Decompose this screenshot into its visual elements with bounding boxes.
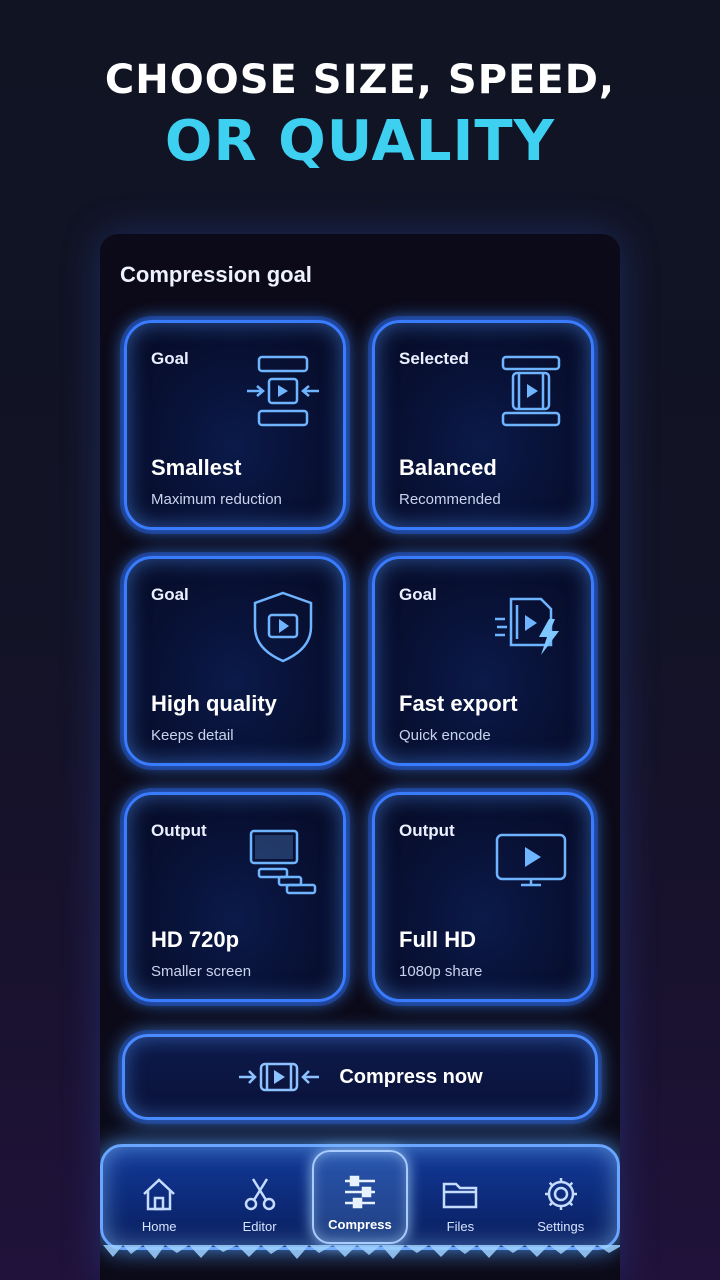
nav-label: Compress [328, 1217, 392, 1232]
card-name: HD 720p [151, 927, 240, 952]
balance-video-icon [493, 353, 569, 429]
folder-icon [441, 1175, 479, 1213]
goal-card-balanced[interactable]: Selected Balanced Recommended [372, 320, 594, 530]
card-subtitle: Maximum reduction [151, 491, 282, 508]
shield-play-icon [245, 589, 321, 665]
compress-arrows-icon [237, 1060, 321, 1094]
headline-line-1: CHOOSE SIZE, SPEED, [104, 57, 616, 103]
gear-icon [542, 1175, 580, 1213]
icicle-decoration [103, 1245, 620, 1259]
card-tag: Goal [399, 585, 437, 604]
card-name: Smallest [151, 455, 242, 480]
card-tag: Output [399, 821, 455, 840]
nav-label: Settings [537, 1219, 585, 1234]
compress-now-button[interactable]: Compress now [122, 1034, 598, 1120]
card-subtitle: 1080p share [399, 963, 483, 980]
goal-card-smallest[interactable]: Goal Smallest Maximum reduction [124, 320, 346, 530]
headline: CHOOSE SIZE, SPEED, OR QUALITY [0, 56, 720, 176]
nav-item-home[interactable]: Home [111, 1150, 207, 1244]
output-card-full-hd[interactable]: Output Full HD 1080p share [372, 792, 594, 1002]
card-subtitle: Smaller screen [151, 963, 252, 980]
nav-item-editor[interactable]: Editor [212, 1150, 308, 1244]
headline-line-2: OR QUALITY [164, 109, 556, 174]
card-tag: Goal [151, 349, 189, 368]
monitor-icon [245, 825, 321, 901]
nav-item-settings[interactable]: Settings [513, 1150, 609, 1244]
goal-card-high-quality[interactable]: Goal High quality Keeps detail [124, 556, 346, 766]
sliders-icon [341, 1173, 379, 1211]
home-icon [140, 1175, 178, 1213]
card-subtitle: Keeps detail [151, 727, 234, 744]
nav-label: Files [446, 1219, 475, 1234]
card-tag: Output [151, 821, 207, 840]
nav-label: Editor [242, 1219, 277, 1234]
goal-card-fast-export[interactable]: Goal Fast export Quick encode [372, 556, 594, 766]
card-tag: Selected [399, 349, 469, 368]
card-name: High quality [151, 691, 277, 716]
nav-item-files[interactable]: Files [412, 1150, 508, 1244]
output-card-hd-720p[interactable]: Output HD 720p Smaller screen [124, 792, 346, 1002]
compress-now-label: Compress now [339, 1065, 483, 1088]
bottom-navigation: Home Editor Compress Files Settings [100, 1144, 620, 1259]
section-title: Compression goal [120, 262, 312, 287]
scissors-icon [241, 1175, 279, 1213]
card-subtitle: Quick encode [399, 727, 491, 744]
card-name: Balanced [399, 455, 497, 480]
card-tag: Goal [151, 585, 189, 604]
card-subtitle: Recommended [399, 491, 501, 508]
card-name: Full HD [399, 927, 476, 952]
nav-item-compress[interactable]: Compress [311, 1150, 408, 1244]
tv-play-icon [493, 825, 569, 901]
compress-icon [245, 353, 321, 429]
nav-label: Home [141, 1219, 177, 1234]
card-name: Fast export [399, 691, 518, 716]
app-screen: Compression goal Goal Smallest Maximum r… [100, 234, 620, 1280]
lightning-video-icon [493, 589, 569, 665]
